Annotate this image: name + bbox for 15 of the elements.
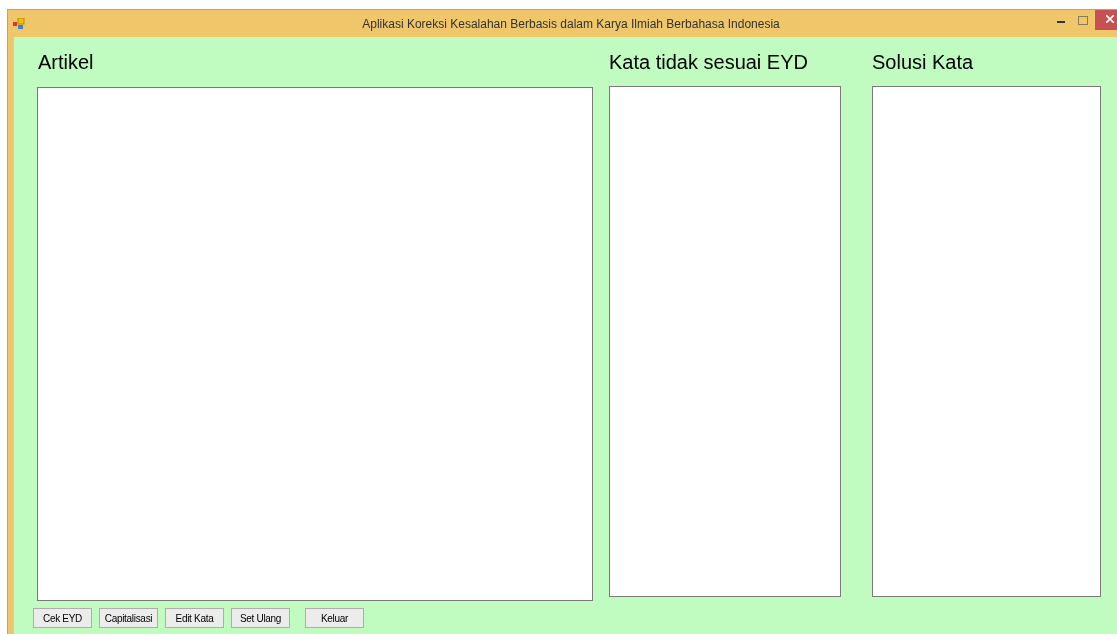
action-button[interactable]: Keluar <box>305 608 364 628</box>
solutions-heading: Solusi Kata <box>872 51 974 74</box>
article-field[interactable] <box>37 87 593 601</box>
invalid-words-heading: Kata tidak sesuai EYD <box>609 51 808 74</box>
window-title: Aplikasi Koreksi Kesalahan Berbasis dalam Karya Ilmiah Berbahasa Indonesia <box>361 17 781 31</box>
word-solutions-field[interactable] <box>872 86 1101 597</box>
article-heading: Artikel <box>38 51 94 74</box>
close-button[interactable] <box>1095 10 1117 30</box>
close-icon <box>1106 15 1114 23</box>
action-button[interactable]: Capitalisasi <box>99 608 158 628</box>
action-button[interactable]: Cek EYD <box>33 608 92 628</box>
action-button[interactable]: Set Ulang <box>231 608 290 628</box>
invalid-words-field[interactable] <box>609 86 841 597</box>
app-icon <box>13 17 25 30</box>
action-button[interactable]: Edit Kata <box>165 608 224 628</box>
